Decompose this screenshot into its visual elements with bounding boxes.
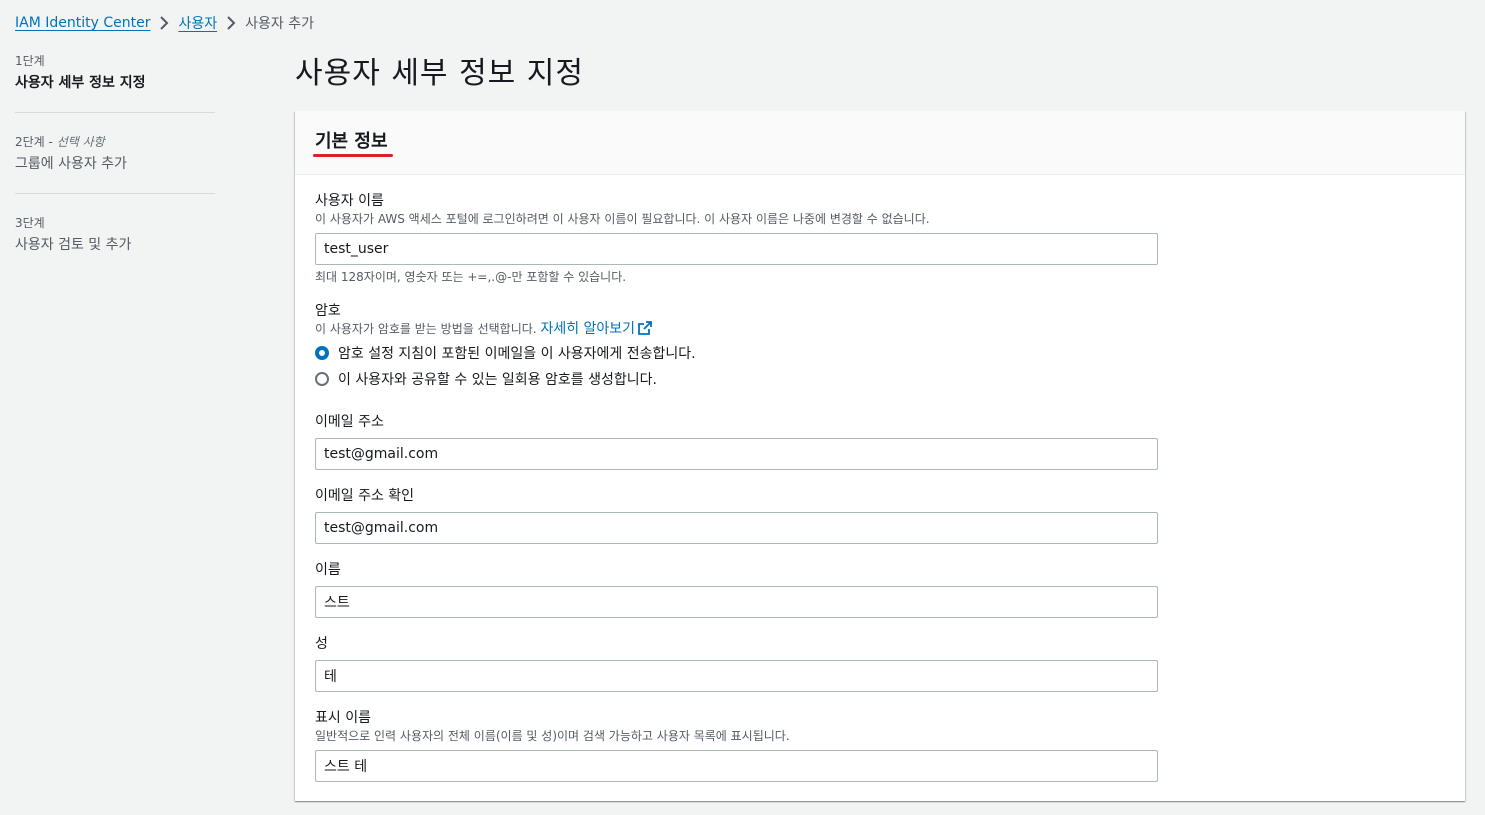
container-header: 기본 정보	[295, 111, 1465, 175]
step-number: 3단계	[15, 216, 45, 230]
external-link-icon	[638, 321, 652, 335]
radio-selected-icon[interactable]	[315, 346, 329, 360]
page-title: 사용자 세부 정보 지정	[295, 56, 585, 91]
password-label: 암호	[315, 303, 341, 319]
display-name-field: 표시 이름 일반적으로 인력 사용자의 전체 이름(이름 및 성)이며 검색 가…	[315, 708, 1158, 782]
email-confirm-label: 이메일 주소 확인	[315, 488, 415, 504]
username-description: 이 사용자가 AWS 액세스 포털에 로그인하려면 이 사용자 이름이 필요합니…	[315, 212, 930, 226]
wizard-step-2[interactable]: 2단계 - 선택 사항 그룹에 사용자 추가	[15, 133, 215, 194]
section-title: 기본 정보	[315, 131, 388, 152]
step-optional-label: 선택 사항	[56, 135, 105, 149]
wizard-steps: 1단계 사용자 세부 정보 지정 2단계 - 선택 사항 그룹에 사용자 추가 …	[15, 52, 215, 294]
last-name-label: 성	[315, 636, 328, 652]
breadcrumb: IAM Identity Center 사용자 사용자 추가	[15, 12, 314, 34]
password-option-label: 암호 설정 지침이 포함된 이메일을 이 사용자에게 전송합니다.	[338, 346, 696, 362]
section-title-underline	[313, 154, 393, 157]
step-number: 2단계 - 선택 사항	[15, 135, 105, 149]
first-name-label: 이름	[315, 562, 341, 578]
wizard-step-1: 1단계 사용자 세부 정보 지정	[15, 52, 215, 113]
basic-info-container: 기본 정보 사용자 이름 이 사용자가 AWS 액세스 포털에 로그인하려면 이…	[295, 111, 1465, 801]
learn-more-link[interactable]: 자세히 알아보기	[540, 321, 652, 337]
password-description: 이 사용자가 암호를 받는 방법을 선택합니다. 자세히 알아보기	[315, 321, 696, 337]
display-name-label: 표시 이름	[315, 710, 371, 726]
step-title: 그룹에 사용자 추가	[15, 156, 127, 172]
email-confirm-input[interactable]	[315, 512, 1158, 544]
step-number: 1단계	[15, 54, 45, 68]
username-constraint: 최대 128자이며, 영숫자 또는 +=,.@-만 포함할 수 있습니다.	[315, 270, 627, 284]
display-name-input[interactable]	[315, 750, 1158, 782]
wizard-step-3[interactable]: 3단계 사용자 검토 및 추가	[15, 214, 215, 274]
last-name-field: 성	[315, 634, 1158, 692]
username-field: 사용자 이름 이 사용자가 AWS 액세스 포털에 로그인하려면 이 사용자 이…	[315, 191, 1158, 285]
step-title: 사용자 세부 정보 지정	[15, 75, 146, 91]
breadcrumb-link-iam-identity-center[interactable]: IAM Identity Center	[15, 15, 150, 31]
first-name-field: 이름	[315, 560, 1158, 618]
last-name-input[interactable]	[315, 660, 1158, 692]
email-field: 이메일 주소	[315, 412, 1158, 470]
email-label: 이메일 주소	[315, 414, 384, 430]
password-field: 암호 이 사용자가 암호를 받는 방법을 선택합니다. 자세히 알아보기 암호 …	[315, 301, 696, 391]
username-label: 사용자 이름	[315, 193, 384, 209]
breadcrumb-current: 사용자 추가	[245, 16, 314, 32]
password-option-email[interactable]: 암호 설정 지침이 포함된 이메일을 이 사용자에게 전송합니다.	[315, 341, 696, 365]
radio-unselected-icon[interactable]	[315, 372, 329, 386]
chevron-right-icon	[217, 15, 245, 31]
password-option-label: 이 사용자와 공유할 수 있는 일회용 암호를 생성합니다.	[338, 372, 657, 388]
chevron-right-icon	[150, 15, 178, 31]
display-name-description: 일반적으로 인력 사용자의 전체 이름(이름 및 성)이며 검색 가능하고 사용…	[315, 729, 790, 743]
breadcrumb-link-users[interactable]: 사용자	[178, 13, 217, 33]
username-input[interactable]	[315, 233, 1158, 265]
password-option-one-time[interactable]: 이 사용자와 공유할 수 있는 일회용 암호를 생성합니다.	[315, 367, 696, 391]
step-title: 사용자 검토 및 추가	[15, 237, 132, 253]
email-input[interactable]	[315, 438, 1158, 470]
first-name-input[interactable]	[315, 586, 1158, 618]
email-confirm-field: 이메일 주소 확인	[315, 486, 1158, 544]
